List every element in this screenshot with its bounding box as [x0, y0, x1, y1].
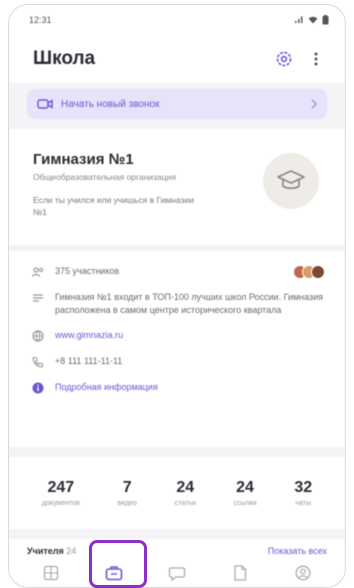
phone-icon: [31, 355, 45, 369]
highlight-box: [89, 540, 147, 588]
stat-documents[interactable]: 247 документов: [42, 479, 80, 507]
apps-icon[interactable]: [37, 561, 65, 585]
website-row[interactable]: www.gimnazia.ru: [31, 329, 325, 343]
profile-icon[interactable]: [289, 561, 317, 585]
stat-value: 24: [236, 479, 254, 496]
gear-icon[interactable]: [271, 46, 297, 72]
stats-bar: 247 документов 7 видео 24 статьи 24 ссылки 3…: [9, 457, 345, 529]
website-link[interactable]: www.gimnazia.ru: [55, 329, 325, 342]
battery-icon: [322, 15, 329, 25]
start-call-banner[interactable]: Начать новый звонок: [27, 89, 327, 119]
page-title: Школа: [33, 48, 96, 69]
chat-icon[interactable]: [163, 561, 191, 585]
stat-label: видео: [117, 500, 137, 507]
stat-value: 247: [47, 479, 75, 496]
more-info-link[interactable]: Подробная информация: [55, 381, 325, 394]
teachers-count: 24: [66, 546, 77, 556]
app-header: Школа: [9, 35, 345, 83]
start-call-label: Начать новый звонок: [61, 98, 160, 110]
school-card: Гимназия №1 Общеобразовательная организа…: [9, 129, 345, 245]
document-icon[interactable]: [226, 561, 254, 585]
stat-label: статьи: [174, 500, 196, 507]
school-info-card: 375 участников Гимназия №1 входит в ТОП-…: [9, 251, 345, 447]
stat-label: чаты: [295, 500, 312, 507]
school-description: Если ты учился или учишься в Гимназии №1: [33, 195, 194, 217]
info-icon: [31, 381, 45, 395]
stat-value: 7: [122, 479, 132, 496]
school-about: Гимназия №1 входит в ТОП-100 лучших школ…: [55, 292, 324, 315]
screen: 12:31 Школа Начать новый звонок Гимназия…: [9, 5, 345, 587]
globe-icon: [31, 329, 45, 343]
participants-count: 375 участников: [55, 266, 120, 276]
chevron-right-icon: [311, 99, 317, 109]
participants-row[interactable]: 375 участников: [31, 265, 325, 279]
text-lines-icon: [31, 291, 45, 305]
teachers-title-text: Учителя: [27, 546, 64, 556]
participant-avatars: [293, 265, 325, 279]
teachers-title: Учителя 24: [27, 546, 76, 556]
phone-number: +8 111 111-11-11: [55, 356, 123, 366]
stat-links[interactable]: 24 ссылки: [234, 479, 257, 507]
phone-row[interactable]: +8 111 111-11-11: [31, 355, 325, 369]
stat-value: 32: [294, 479, 313, 496]
stat-label: ссылки: [233, 500, 257, 507]
video-camera-icon: [37, 99, 53, 109]
stat-video[interactable]: 7 видео: [117, 479, 137, 507]
school-avatar[interactable]: [263, 153, 319, 209]
stat-label: документов: [41, 500, 80, 507]
about-row: Гимназия №1 входит в ТОП-100 лучших школ…: [31, 291, 325, 317]
show-all-teachers-link[interactable]: Показать всех: [268, 546, 327, 556]
stat-value: 24: [176, 479, 195, 496]
bottom-tab-bar: [9, 557, 345, 587]
status-time: 12:31: [29, 15, 52, 25]
more-vertical-icon[interactable]: [303, 46, 329, 72]
stat-chats[interactable]: 32 чаты: [294, 479, 312, 507]
wifi-icon: [308, 16, 318, 24]
stat-articles[interactable]: 24 статьи: [175, 479, 196, 507]
avatar: [311, 265, 325, 279]
signal-icon: [295, 16, 303, 23]
status-bar: 12:31: [9, 5, 345, 35]
phone-frame: 12:31 Школа Начать новый звонок Гимназия…: [8, 4, 346, 588]
more-info-row[interactable]: Подробная информация: [31, 381, 325, 395]
status-icons: [294, 15, 329, 25]
people-icon: [31, 265, 45, 279]
graduation-cap-icon: [277, 170, 305, 190]
